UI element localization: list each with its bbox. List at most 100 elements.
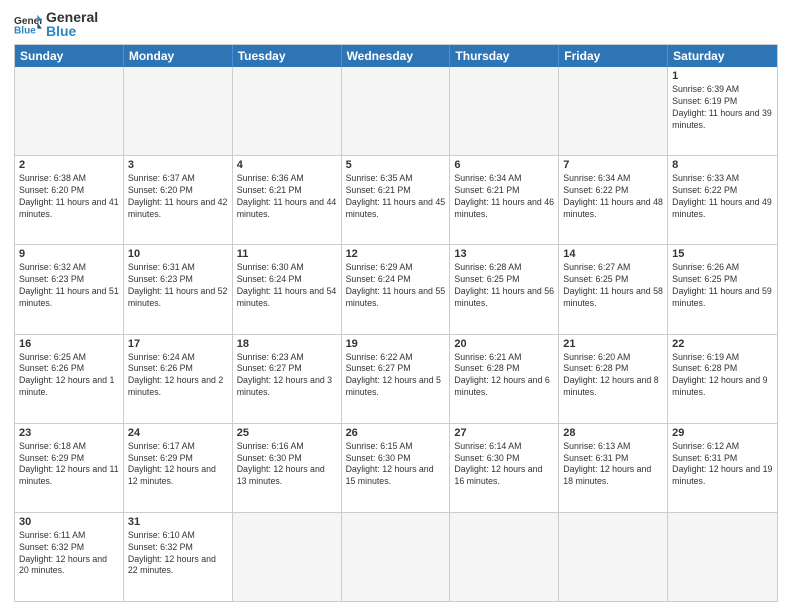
cell-info: Sunrise: 6:38 AMSunset: 6:20 PMDaylight:… <box>19 173 119 221</box>
calendar-cell-empty-0-1 <box>124 67 233 155</box>
cell-info: Sunrise: 6:36 AMSunset: 6:21 PMDaylight:… <box>237 173 337 221</box>
day-number: 8 <box>672 159 773 171</box>
cell-info: Sunrise: 6:17 AMSunset: 6:29 PMDaylight:… <box>128 441 228 489</box>
calendar-cell-31: 31 Sunrise: 6:10 AMSunset: 6:32 PMDayligh… <box>124 513 233 601</box>
calendar-cell-21: 21Sunrise: 6:20 AMSunset: 6:28 PMDayligh… <box>559 335 668 423</box>
calendar-cell-7: 7Sunrise: 6:34 AMSunset: 6:22 PMDaylight… <box>559 156 668 244</box>
day-number: 18 <box>237 338 337 350</box>
calendar-cell-empty-0-5 <box>559 67 668 155</box>
calendar-cell-20: 20 Sunrise: 6:21 AMSunset: 6:28 PMDayligh… <box>450 335 559 423</box>
calendar-cell-25: 25Sunrise: 6:16 AMSunset: 6:30 PMDayligh… <box>233 424 342 512</box>
calendar-cell-empty-5-5 <box>559 513 668 601</box>
day-number: 31 <box>128 516 228 528</box>
cell-info: Sunrise: 6:24 AMSunset: 6:26 PMDaylight:… <box>128 352 228 400</box>
calendar-cell-28: 28Sunrise: 6:13 AMSunset: 6:31 PMDayligh… <box>559 424 668 512</box>
calendar-row-1: 2 Sunrise: 6:38 AMSunset: 6:20 PMDaylight… <box>15 155 777 244</box>
calendar-cell-empty-0-2 <box>233 67 342 155</box>
calendar-cell-empty-5-2 <box>233 513 342 601</box>
day-number: 22 <box>672 338 773 350</box>
cell-info: Sunrise: 6:13 AMSunset: 6:31 PMDaylight:… <box>563 441 663 489</box>
day-number: 26 <box>346 427 446 439</box>
calendar-row-5: 30Sunrise: 6:11 AMSunset: 6:32 PMDayligh… <box>15 512 777 601</box>
day-number: 29 <box>672 427 773 439</box>
calendar-cell-empty-5-4 <box>450 513 559 601</box>
calendar-cell-5: 5 Sunrise: 6:35 AMSunset: 6:21 PMDaylight… <box>342 156 451 244</box>
calendar-row-0: 1 Sunrise: 6:39 AMSunset: 6:19 PMDaylight… <box>15 67 777 155</box>
day-number: 5 <box>346 159 446 171</box>
calendar-cell-empty-0-0 <box>15 67 124 155</box>
day-number: 7 <box>563 159 663 171</box>
cell-info: Sunrise: 6:12 AMSunset: 6:31 PMDaylight:… <box>672 441 773 489</box>
day-number: 13 <box>454 248 554 260</box>
calendar-cell-24: 24 Sunrise: 6:17 AMSunset: 6:29 PMDayligh… <box>124 424 233 512</box>
cell-info: Sunrise: 6:10 AMSunset: 6:32 PMDaylight:… <box>128 530 228 578</box>
day-number: 10 <box>128 248 228 260</box>
cell-info: Sunrise: 6:37 AMSunset: 6:20 PMDaylight:… <box>128 173 228 221</box>
calendar-cell-4: 4 Sunrise: 6:36 AMSunset: 6:21 PMDaylight… <box>233 156 342 244</box>
calendar-cell-26: 26 Sunrise: 6:15 AMSunset: 6:30 PMDayligh… <box>342 424 451 512</box>
calendar-cell-11: 11 Sunrise: 6:30 AMSunset: 6:24 PMDayligh… <box>233 245 342 333</box>
calendar-cell-13: 13Sunrise: 6:28 AMSunset: 6:25 PMDayligh… <box>450 245 559 333</box>
cell-info: Sunrise: 6:31 AMSunset: 6:23 PMDaylight:… <box>128 262 228 310</box>
cell-info: Sunrise: 6:35 AMSunset: 6:21 PMDaylight:… <box>346 173 446 221</box>
cell-info: Sunrise: 6:26 AMSunset: 6:25 PMDaylight:… <box>672 262 773 310</box>
cell-info: Sunrise: 6:34 AMSunset: 6:21 PMDaylight:… <box>454 173 554 221</box>
cell-info: Sunrise: 6:33 AMSunset: 6:22 PMDaylight:… <box>672 173 773 221</box>
cell-info: Sunrise: 6:30 AMSunset: 6:24 PMDaylight:… <box>237 262 337 310</box>
day-number: 6 <box>454 159 554 171</box>
logo-blue-text: Blue <box>46 24 98 38</box>
day-number: 2 <box>19 159 119 171</box>
header-day-friday: Friday <box>559 45 668 67</box>
day-number: 19 <box>346 338 446 350</box>
calendar-cell-empty-5-3 <box>342 513 451 601</box>
calendar-cell-6: 6 Sunrise: 6:34 AMSunset: 6:21 PMDaylight… <box>450 156 559 244</box>
day-number: 23 <box>19 427 119 439</box>
calendar-cell-3: 3 Sunrise: 6:37 AMSunset: 6:20 PMDaylight… <box>124 156 233 244</box>
header-day-wednesday: Wednesday <box>342 45 451 67</box>
calendar-cell-15: 15Sunrise: 6:26 AMSunset: 6:25 PMDayligh… <box>668 245 777 333</box>
day-number: 27 <box>454 427 554 439</box>
calendar-cell-14: 14 Sunrise: 6:27 AMSunset: 6:25 PMDayligh… <box>559 245 668 333</box>
header-day-sunday: Sunday <box>15 45 124 67</box>
cell-info: Sunrise: 6:39 AMSunset: 6:19 PMDaylight:… <box>672 84 773 132</box>
cell-info: Sunrise: 6:20 AMSunset: 6:28 PMDaylight:… <box>563 352 663 400</box>
cell-info: Sunrise: 6:27 AMSunset: 6:25 PMDaylight:… <box>563 262 663 310</box>
calendar-cell-18: 18Sunrise: 6:23 AMSunset: 6:27 PMDayligh… <box>233 335 342 423</box>
page: General Blue General Blue SundayMondayTu… <box>0 0 792 612</box>
day-number: 11 <box>237 248 337 260</box>
day-number: 20 <box>454 338 554 350</box>
cell-info: Sunrise: 6:21 AMSunset: 6:28 PMDaylight:… <box>454 352 554 400</box>
day-number: 24 <box>128 427 228 439</box>
day-number: 17 <box>128 338 228 350</box>
calendar-cell-2: 2 Sunrise: 6:38 AMSunset: 6:20 PMDaylight… <box>15 156 124 244</box>
calendar-cell-empty-0-4 <box>450 67 559 155</box>
header: General Blue General Blue <box>14 10 778 38</box>
day-number: 14 <box>563 248 663 260</box>
calendar-cell-19: 19 Sunrise: 6:22 AMSunset: 6:27 PMDayligh… <box>342 335 451 423</box>
cell-info: Sunrise: 6:15 AMSunset: 6:30 PMDaylight:… <box>346 441 446 489</box>
cell-info: Sunrise: 6:14 AMSunset: 6:30 PMDaylight:… <box>454 441 554 489</box>
calendar-cell-12: 12Sunrise: 6:29 AMSunset: 6:24 PMDayligh… <box>342 245 451 333</box>
calendar-cell-27: 27 Sunrise: 6:14 AMSunset: 6:30 PMDayligh… <box>450 424 559 512</box>
calendar-header: SundayMondayTuesdayWednesdayThursdayFrid… <box>15 45 777 67</box>
calendar-cell-8: 8 Sunrise: 6:33 AMSunset: 6:22 PMDaylight… <box>668 156 777 244</box>
calendar-body: 1 Sunrise: 6:39 AMSunset: 6:19 PMDaylight… <box>15 67 777 601</box>
day-number: 12 <box>346 248 446 260</box>
calendar-cell-empty-0-3 <box>342 67 451 155</box>
calendar-cell-10: 10 Sunrise: 6:31 AMSunset: 6:23 PMDayligh… <box>124 245 233 333</box>
cell-info: Sunrise: 6:22 AMSunset: 6:27 PMDaylight:… <box>346 352 446 400</box>
cell-info: Sunrise: 6:18 AMSunset: 6:29 PMDaylight:… <box>19 441 119 489</box>
generalblue-logo-icon: General Blue <box>14 13 42 35</box>
calendar-cell-9: 9Sunrise: 6:32 AMSunset: 6:23 PMDaylight… <box>15 245 124 333</box>
header-day-thursday: Thursday <box>450 45 559 67</box>
cell-info: Sunrise: 6:25 AMSunset: 6:26 PMDaylight:… <box>19 352 119 400</box>
day-number: 30 <box>19 516 119 528</box>
day-number: 4 <box>237 159 337 171</box>
calendar-cell-22: 22 Sunrise: 6:19 AMSunset: 6:28 PMDayligh… <box>668 335 777 423</box>
calendar-cell-16: 16Sunrise: 6:25 AMSunset: 6:26 PMDayligh… <box>15 335 124 423</box>
cell-info: Sunrise: 6:16 AMSunset: 6:30 PMDaylight:… <box>237 441 337 489</box>
day-number: 1 <box>672 70 773 82</box>
day-number: 3 <box>128 159 228 171</box>
calendar-cell-30: 30Sunrise: 6:11 AMSunset: 6:32 PMDayligh… <box>15 513 124 601</box>
cell-info: Sunrise: 6:19 AMSunset: 6:28 PMDaylight:… <box>672 352 773 400</box>
